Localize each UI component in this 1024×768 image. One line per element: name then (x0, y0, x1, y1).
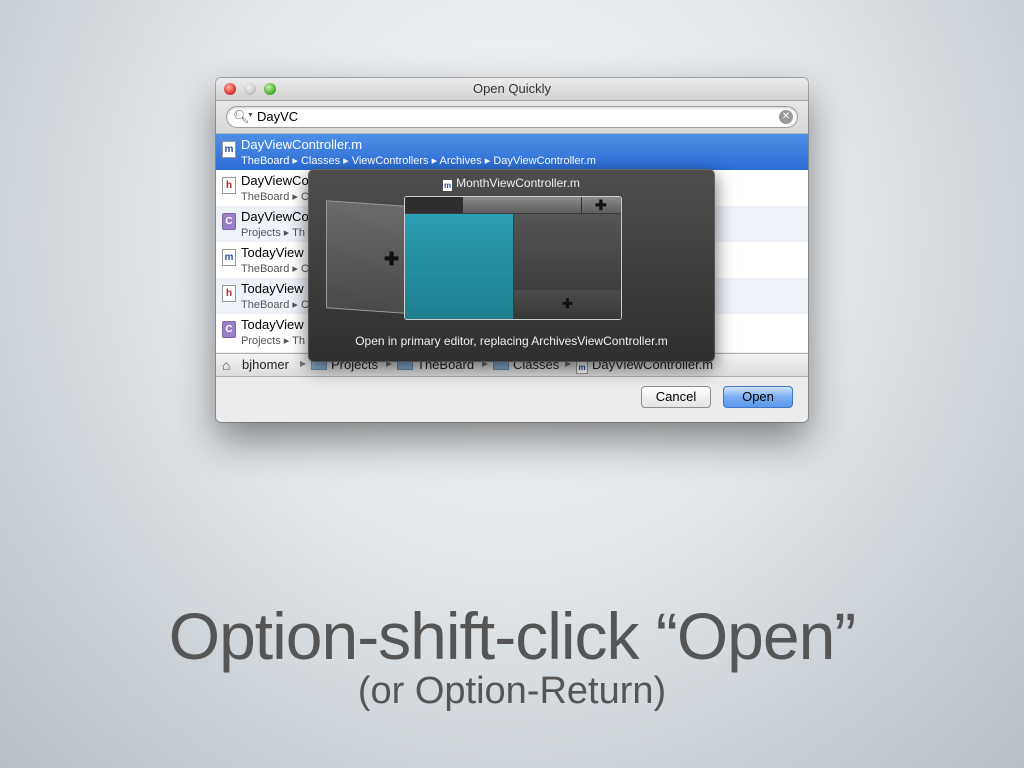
primary-editor-destination[interactable] (405, 214, 513, 319)
clear-search-icon[interactable]: ✕ (779, 110, 793, 124)
open-button[interactable]: Open (723, 386, 793, 408)
result-name: TodayView (241, 245, 304, 260)
result-path: TheBoard ▸ C (241, 299, 309, 311)
objc-source-file-icon: m (222, 141, 236, 158)
header-file-icon: h (222, 177, 236, 194)
new-tab-plus-icon[interactable]: ✚ (595, 197, 607, 214)
result-name: DayViewCo (241, 209, 309, 224)
objc-source-file-icon: m (222, 249, 236, 266)
class-icon: C (222, 321, 236, 338)
result-row[interactable]: m DayViewController.m TheBoard ▸ Classes… (216, 134, 808, 170)
slide-caption: Option-shift-click “Open” (168, 599, 857, 673)
slide-subcaption: (or Option-Return) (357, 670, 667, 712)
search-value[interactable]: DayVC (257, 109, 298, 124)
result-path: TheBoard ▸ C (241, 191, 309, 203)
home-icon: ⌂ (222, 357, 231, 373)
chooser-caption: Open in primary editor, replacing Archiv… (355, 334, 668, 348)
tab-divider (581, 197, 582, 213)
active-tab-destination[interactable] (405, 197, 463, 213)
result-name: TodayView (241, 281, 304, 296)
window-title: Open Quickly (472, 81, 552, 96)
result-name: DayViewController.m (241, 137, 363, 152)
assistant-editor-destination[interactable] (514, 214, 621, 289)
search-bar: 🔍︎ ▼ DayVC ✕ (216, 101, 808, 134)
result-path: TheBoard ▸ Classes ▸ ViewControllers ▸ A… (241, 155, 596, 167)
plus-icon[interactable]: ✚ (384, 249, 399, 270)
split-plus-icon[interactable]: ✚ (562, 296, 573, 312)
class-icon: C (222, 213, 236, 230)
result-name: DayViewCo (241, 173, 309, 188)
editor-layout-preview: ✚ ✚ (404, 196, 622, 320)
chooser-title: m MonthViewController.m (443, 176, 580, 191)
search-input[interactable]: 🔍︎ ▼ DayVC ✕ (226, 106, 798, 128)
path-home[interactable]: bjhomer (242, 357, 289, 372)
header-file-icon: h (222, 285, 236, 302)
objc-source-file-icon: m (443, 180, 453, 191)
editor-destination-chooser: m MonthViewController.m ✚ ✚ ✚ Open in pri… (308, 169, 715, 362)
result-path: Projects ▸ Th (241, 227, 306, 239)
title-bar: Open Quickly (216, 78, 808, 101)
objc-source-file-icon: m (576, 361, 588, 374)
tab-bar-preview: ✚ (405, 197, 621, 213)
path-separator-icon: ▶ (300, 359, 307, 368)
result-path: TheBoard ▸ C (241, 263, 309, 275)
result-path: Projects ▸ Th (241, 335, 306, 347)
search-menu-caret-icon[interactable]: ▼ (247, 112, 254, 119)
cancel-button[interactable]: Cancel (641, 386, 711, 408)
result-name: TodayView (241, 317, 304, 332)
